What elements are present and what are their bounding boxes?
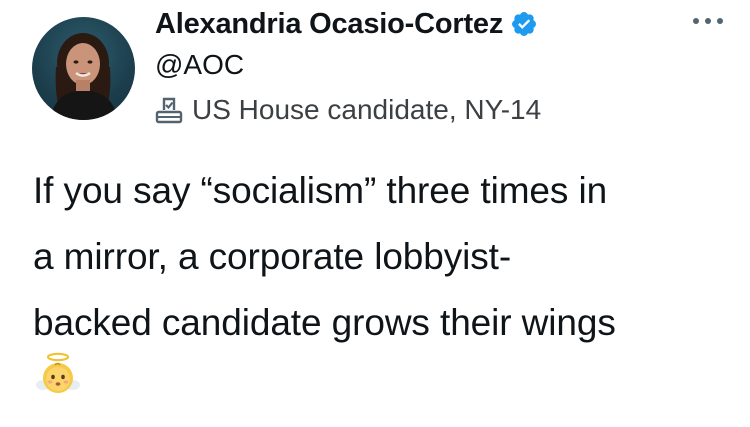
name-row: Alexandria Ocasio-Cortez — [155, 6, 730, 42]
verified-badge-icon — [510, 10, 538, 38]
tweet-card: Alexandria Ocasio-Cortez @AOC US House c… — [0, 0, 750, 427]
tweet-header: Alexandria Ocasio-Cortez @AOC US House c… — [155, 6, 730, 129]
tweet-text-line: backed candidate grows their wings — [33, 302, 616, 343]
tweet-text: If you say “socialism” three times in a … — [33, 158, 733, 356]
ballot-box-icon — [155, 96, 183, 124]
avatar[interactable] — [32, 17, 135, 120]
angel-baby-emoji-icon — [36, 352, 80, 396]
account-label-text: US House candidate, NY-14 — [192, 94, 542, 125]
tweet-text-line: a mirror, a corporate lobbyist- — [33, 236, 512, 277]
more-options-icon[interactable] — [688, 10, 728, 32]
display-name[interactable]: Alexandria Ocasio-Cortez — [155, 8, 503, 41]
account-label: US House candidate, NY-14 — [155, 91, 730, 129]
tweet-text-line: If you say “socialism” three times in — [33, 170, 608, 211]
user-handle[interactable]: @AOC — [155, 47, 730, 83]
